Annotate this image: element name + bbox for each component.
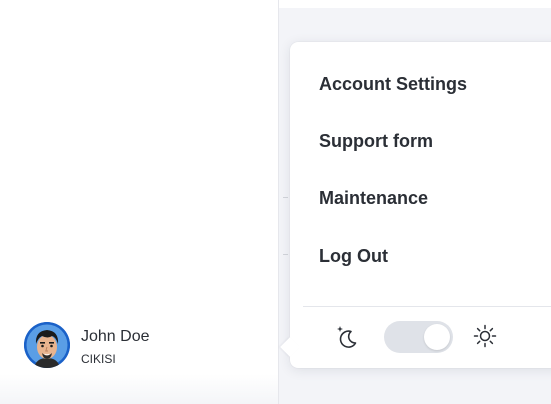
user-profile-button[interactable]: John Doe CIKISI: [24, 322, 224, 370]
sun-icon[interactable]: [473, 324, 497, 348]
main-top-strip: [279, 0, 551, 8]
theme-toggle-switch[interactable]: [384, 321, 453, 353]
theme-switcher: [290, 307, 551, 368]
menu-item-support-form[interactable]: Support form: [319, 131, 433, 152]
user-name: John Doe: [81, 328, 150, 345]
theme-toggle-knob[interactable]: [424, 324, 450, 350]
account-dropdown-menu: Account Settings Support form Maintenanc…: [280, 42, 551, 368]
user-avatar[interactable]: [24, 322, 70, 368]
menu-item-maintenance[interactable]: Maintenance: [319, 188, 428, 209]
avatar-portrait-icon: [24, 322, 70, 368]
menu-item-log-out[interactable]: Log Out: [319, 246, 388, 267]
moon-icon[interactable]: [334, 324, 360, 350]
user-organization: CIKISI: [81, 352, 116, 366]
list-separator-tick: [283, 254, 288, 255]
sidebar: John Doe CIKISI: [0, 0, 278, 404]
sidebar-footer-fade: [0, 374, 278, 404]
list-separator-tick: [283, 197, 288, 198]
menu-item-account-settings[interactable]: Account Settings: [319, 74, 467, 95]
